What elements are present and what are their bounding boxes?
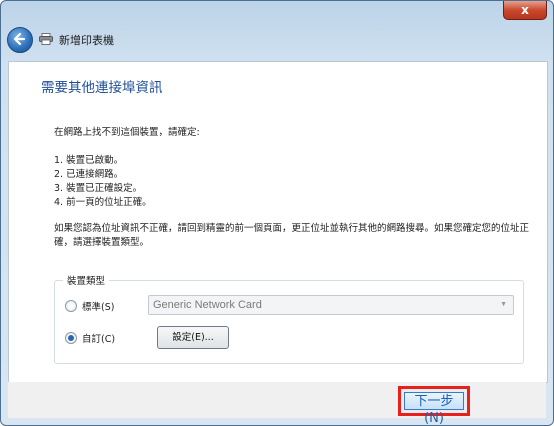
custom-radio[interactable] xyxy=(65,332,77,344)
standard-device-value: Generic Network Card xyxy=(153,299,262,311)
back-button[interactable] xyxy=(7,27,33,53)
checklist-item: 4. 前一頁的位址正確。 xyxy=(54,197,152,208)
device-type-group: 裝置類型 標準(S) Generic Network Card ▼ 自訂(C) … xyxy=(54,273,524,364)
settings-button[interactable]: 設定(E)... xyxy=(157,326,229,349)
close-button[interactable]: x xyxy=(503,1,547,20)
window-title: 新增印表機 xyxy=(59,34,114,47)
wizard-page: 需要其他連接埠資訊 在網路上找不到這個裝置，請確定: 1. 裝置已啟動。 2. … xyxy=(8,61,548,383)
device-type-legend: 裝置類型 xyxy=(63,273,110,287)
standard-device-select: Generic Network Card ▼ xyxy=(148,295,514,315)
standard-radio[interactable] xyxy=(65,300,77,312)
intro-text: 在網路上找不到這個裝置，請確定: xyxy=(54,127,200,138)
back-arrow-icon xyxy=(13,32,26,46)
standard-radio-option[interactable]: 標準(S) xyxy=(65,299,114,313)
next-button[interactable]: 下一步(N) xyxy=(398,386,470,425)
chevron-down-icon: ▼ xyxy=(500,301,507,308)
custom-radio-option[interactable]: 自訂(C) xyxy=(65,331,115,345)
page-heading: 需要其他連接埠資訊 xyxy=(41,80,163,96)
wizard-footer: 下一步(N) xyxy=(8,382,546,425)
standard-radio-label: 標準(S) xyxy=(82,302,115,313)
next-button-label: 下一步(N) xyxy=(404,392,464,425)
checklist: 1. 裝置已啟動。 2. 已連接網路。 3. 裝置已正確設定。 4. 前一頁的位… xyxy=(54,154,152,210)
checklist-item: 2. 已連接網路。 xyxy=(54,169,124,180)
close-icon: x xyxy=(521,3,529,17)
checklist-item: 3. 裝置已正確設定。 xyxy=(54,183,143,194)
title-bar: 新增印表機 xyxy=(7,25,547,53)
printer-icon xyxy=(39,33,53,45)
custom-radio-label: 自訂(C) xyxy=(82,334,116,345)
advice-text: 如果您認為位址資訊不正確，請回到精靈的前一個頁面，更正位址並執行其他的網路搜尋。… xyxy=(54,223,530,248)
checklist-item: 1. 裝置已啟動。 xyxy=(54,155,124,166)
add-printer-window: x 新增印表機 需要其他連接埠資訊 在網路上找不到這個裝置，請確定: 1. 裝置… xyxy=(0,0,554,426)
